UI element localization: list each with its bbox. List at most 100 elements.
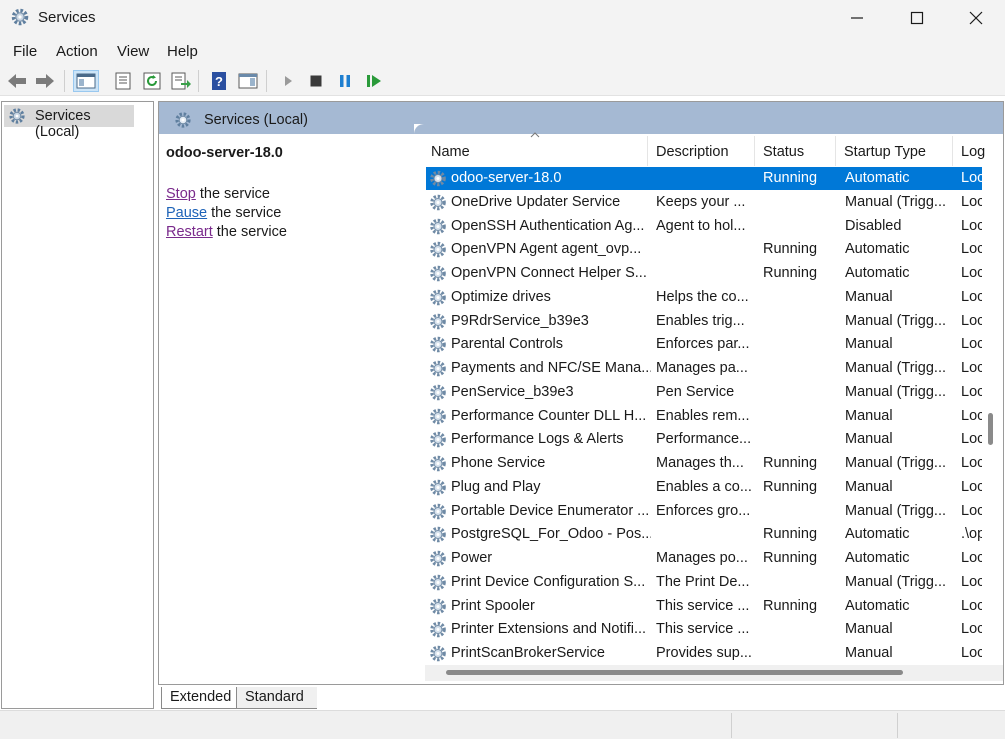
service-name: Print Spooler: [451, 597, 535, 614]
service-log-on-as: Loc: [961, 597, 982, 614]
service-row[interactable]: Power Manages po... Running Automatic Loc: [426, 547, 982, 570]
service-row[interactable]: Performance Counter DLL H... Enables rem.…: [426, 405, 982, 428]
service-name: OpenVPN Agent agent_ovp...: [451, 241, 642, 258]
close-button[interactable]: [947, 0, 1005, 36]
service-status: Running: [763, 455, 818, 471]
service-log-on-as: .\op: [961, 526, 982, 543]
service-log-on-as: Loc: [961, 550, 982, 566]
horizontal-scrollbar-thumb[interactable]: [446, 670, 903, 675]
service-row[interactable]: Print Spooler This service ... Running Auto…: [426, 595, 982, 618]
column-header-startup-type[interactable]: Startup Type: [844, 144, 926, 160]
console-tree: Services (Local): [1, 101, 154, 709]
service-row[interactable]: OpenVPN Agent agent_ovp... Running Automat…: [426, 238, 982, 261]
service-startup-type: Automatic: [845, 241, 910, 258]
minimize-button[interactable]: [828, 0, 886, 36]
export-list-icon: [171, 72, 191, 90]
properties-button[interactable]: [112, 70, 134, 92]
column-header-description[interactable]: Description: [656, 144, 729, 160]
back-button[interactable]: [6, 70, 28, 92]
service-row[interactable]: OpenSSH Authentication Ag... Agent to hol…: [426, 215, 982, 238]
restart-service-link[interactable]: Restart: [166, 224, 213, 240]
service-row[interactable]: PostgreSQL_For_Odoo - Pos... Running Autom…: [426, 523, 982, 546]
service-row[interactable]: Optimize drives Helps the co... Manual Loc: [426, 286, 982, 309]
service-log-on-as: Loc: [961, 265, 982, 281]
service-description: This service ...: [656, 597, 750, 614]
menu-file[interactable]: File: [13, 43, 37, 60]
tree-item-services-local[interactable]: Services (Local): [4, 105, 134, 140]
column-header-log-on-as[interactable]: Log: [961, 144, 985, 160]
service-name: Printer Extensions and Notifi...: [451, 621, 647, 638]
service-row[interactable]: odoo-server-18.0 Running Automatic Loc: [426, 167, 982, 190]
help-button[interactable]: ?: [208, 70, 230, 92]
service-row[interactable]: OneDrive Updater Service Keeps your ... Ma…: [426, 191, 982, 214]
service-gear-icon: [430, 574, 446, 591]
service-name: Performance Logs & Alerts: [451, 431, 624, 448]
stop-service-link[interactable]: Stop: [166, 186, 196, 202]
restart-service-icon: [367, 75, 381, 87]
service-row[interactable]: PrintScanBrokerService Provides sup... Man…: [426, 642, 982, 665]
service-gear-icon: [430, 313, 446, 329]
service-name: Optimize drives: [451, 288, 551, 305]
export-list-button[interactable]: [169, 70, 191, 92]
vertical-scrollbar-thumb[interactable]: [988, 413, 993, 445]
service-log-on-as: Loc: [961, 312, 982, 329]
start-service-button[interactable]: [277, 70, 299, 92]
action-suffix: the service: [212, 224, 287, 240]
menu-view[interactable]: View: [117, 43, 149, 60]
show-hide-action-pane-icon: [238, 73, 258, 89]
restart-service-button[interactable]: [363, 70, 385, 92]
column-divider[interactable]: [835, 136, 836, 166]
service-startup-type: Manual (Trigg...: [845, 360, 946, 376]
column-header-name[interactable]: Name: [431, 144, 470, 160]
column-divider[interactable]: [952, 136, 953, 166]
service-description: Enables a co...: [656, 478, 751, 495]
service-name: Print Device Configuration S...: [451, 573, 646, 590]
pause-service-icon: [340, 75, 350, 87]
pause-service-button[interactable]: [334, 70, 356, 92]
show-hide-console-tree-button[interactable]: [73, 70, 99, 92]
menu-action[interactable]: Action: [56, 43, 98, 60]
tab-standard[interactable]: Standard: [237, 687, 317, 709]
service-description: Agent to hol...: [656, 217, 746, 234]
service-startup-type: Manual: [845, 336, 893, 353]
service-status: Running: [763, 241, 818, 258]
tab-extended[interactable]: Extended: [161, 687, 237, 709]
service-row[interactable]: Portable Device Enumerator ... Enforces g…: [426, 500, 982, 523]
service-row[interactable]: Performance Logs & Alerts Performance... M…: [426, 428, 982, 451]
service-status: Running: [763, 170, 818, 186]
tree-item-label: Services (Local): [35, 108, 91, 140]
column-header-status[interactable]: Status: [763, 144, 804, 160]
service-name: OneDrive Updater Service: [451, 193, 621, 210]
service-gear-icon: [430, 431, 446, 448]
pause-service-link[interactable]: Pause: [166, 205, 207, 221]
service-row[interactable]: Plug and Play Enables a co... Running Manua…: [426, 476, 982, 499]
service-description: Enforces par...: [656, 336, 750, 353]
service-row[interactable]: P9RdrService_b39e3 Enables trig... Manual …: [426, 310, 982, 333]
service-name: PostgreSQL_For_Odoo - Pos...: [451, 526, 651, 543]
show-hide-action-pane-button[interactable]: [237, 70, 259, 92]
service-log-on-as: Loc: [961, 241, 982, 258]
service-row[interactable]: Printer Extensions and Notifi... This ser…: [426, 618, 982, 641]
column-divider[interactable]: [647, 136, 648, 166]
service-row[interactable]: OpenVPN Connect Helper S... Running Automa…: [426, 262, 982, 285]
maximize-button[interactable]: [888, 0, 946, 36]
stop-service-button[interactable]: [305, 70, 327, 92]
help-icon: ?: [212, 72, 226, 90]
forward-button[interactable]: [34, 70, 56, 92]
service-row[interactable]: Payments and NFC/SE Mana... Manages pa...…: [426, 357, 982, 380]
status-bar: [0, 710, 1005, 739]
back-arrow-icon: [8, 74, 26, 88]
view-tabs: Extended Standard: [158, 686, 1004, 710]
service-startup-type: Manual: [845, 407, 893, 424]
column-divider[interactable]: [754, 136, 755, 166]
service-row[interactable]: PenService_b39e3 Pen Service Manual (Trigg…: [426, 381, 982, 404]
service-row[interactable]: Print Device Configuration S... The Print…: [426, 571, 982, 594]
service-gear-icon: [430, 241, 446, 258]
service-row[interactable]: Parental Controls Enforces par... Manual Lo…: [426, 333, 982, 356]
menu-help[interactable]: Help: [167, 43, 198, 60]
service-description: Enables trig...: [656, 312, 745, 329]
service-row[interactable]: Phone Service Manages th... Running Manual …: [426, 452, 982, 475]
service-description: This service ...: [656, 621, 750, 638]
refresh-button[interactable]: [141, 70, 163, 92]
service-name: OpenVPN Connect Helper S...: [451, 265, 647, 281]
